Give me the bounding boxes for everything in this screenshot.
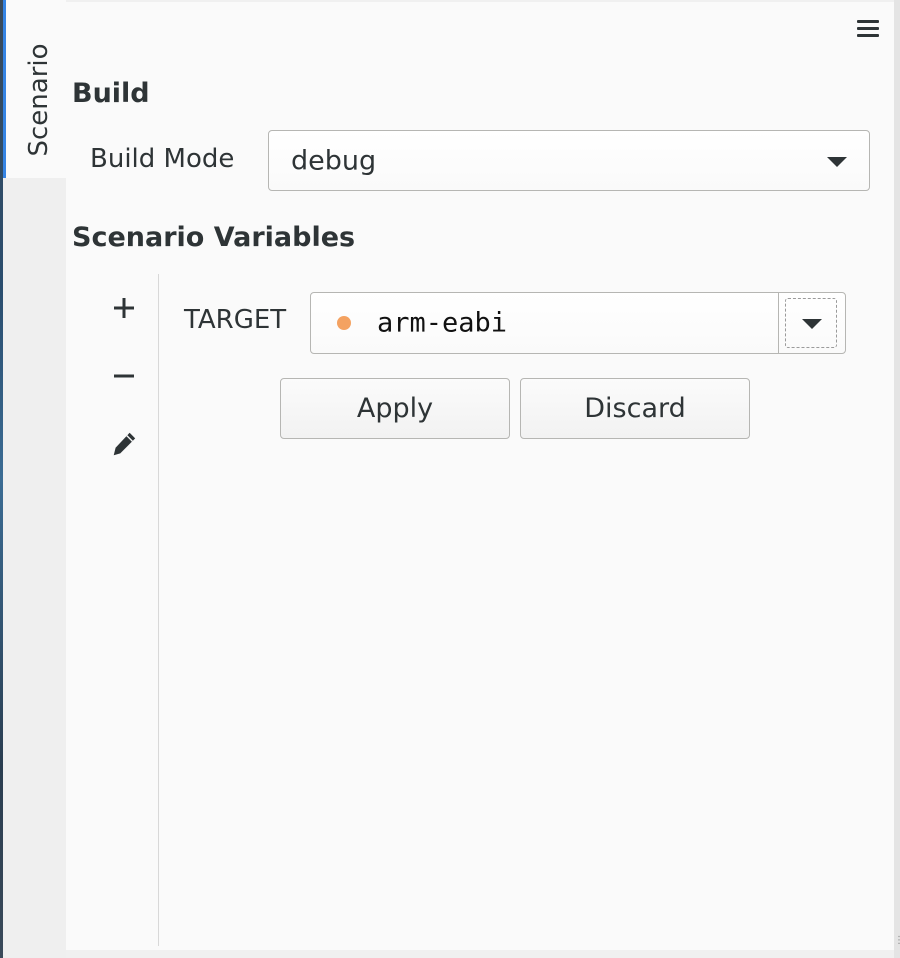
tab-scenario[interactable]: Scenario (3, 0, 66, 178)
remove-icon[interactable] (110, 362, 138, 390)
resize-grip-icon[interactable]: ⋮ (894, 936, 900, 956)
modified-indicator-icon (337, 316, 351, 330)
discard-button[interactable]: Discard (520, 378, 750, 439)
apply-button[interactable]: Apply (280, 378, 510, 439)
add-icon[interactable] (110, 294, 138, 322)
chevron-down-icon (802, 319, 822, 329)
scenario-variables-heading: Scenario Variables (72, 222, 356, 253)
target-value: arm-eabi (377, 307, 508, 339)
tab-scenario-label: Scenario (24, 43, 54, 157)
chevron-down-icon (827, 157, 847, 167)
combo-separator (778, 293, 779, 353)
build-heading: Build (72, 78, 150, 109)
hamburger-menu-icon[interactable] (854, 16, 882, 40)
target-combo[interactable]: arm-eabi (310, 292, 846, 354)
build-mode-value: debug (291, 145, 377, 176)
build-mode-select[interactable]: debug (268, 130, 870, 191)
build-mode-label: Build Mode (90, 144, 235, 174)
target-label: TARGET (184, 305, 287, 335)
edit-pencil-icon[interactable] (110, 430, 138, 458)
window-right-edge (894, 0, 900, 958)
target-dropdown-button[interactable] (785, 298, 837, 348)
toolbar-divider (158, 274, 159, 946)
